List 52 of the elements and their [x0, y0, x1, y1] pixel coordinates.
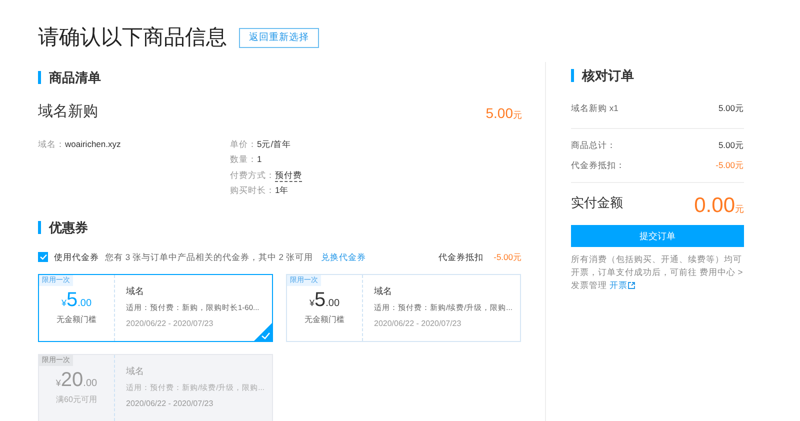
page-title: 请确认以下商品信息	[38, 25, 227, 51]
section-heading: 优惠券	[49, 218, 88, 236]
invoice-link[interactable]: 开票	[609, 279, 636, 292]
coupon-amount: ¥5.00	[61, 290, 92, 310]
coupon-condition: 无金额门槛	[304, 314, 344, 326]
invoice-note: 所有消费（包括购买、开通、续费等）均可开票，订单支付成功后，可前往 费用中心 > 发票管理 开票	[571, 253, 744, 292]
coupon-period: 2020/06/22 - 2020/07/23	[374, 318, 462, 330]
coupon-name: 域名	[126, 365, 145, 378]
section-heading: 商品清单	[49, 68, 101, 86]
total-value: -5.00元	[716, 159, 744, 172]
field-value: 1年	[275, 184, 289, 197]
checkbox[interactable]	[38, 252, 48, 262]
coupon-amount: ¥5.00	[309, 290, 340, 310]
field-label: 数量：	[230, 153, 257, 166]
discount-value: -5.00元	[494, 251, 522, 264]
coupon-period: 2020/06/22 - 2020/07/23	[126, 398, 214, 410]
coupon-name: 域名	[374, 285, 393, 298]
check-icon	[40, 254, 46, 260]
field-label: 付费方式：	[230, 168, 275, 182]
line-item-label: 域名新购 x1	[571, 102, 618, 114]
coupon-condition: 满60元可用	[56, 394, 97, 406]
submit-button[interactable]: 提交订单	[571, 225, 744, 248]
check-corner-icon	[254, 322, 272, 341]
field-value: 5元/首年	[257, 138, 292, 150]
coupon-condition: 无金额门槛	[56, 314, 96, 326]
field-label: 域名：	[38, 138, 65, 150]
section-heading: 核对订单	[582, 67, 634, 85]
coupon-info: 您有 3 张与订单中产品相关的代金券，其中 2 张可用	[105, 251, 313, 264]
field-value: woairichen.xyz	[65, 138, 121, 151]
back-button[interactable]: 返回重新选择	[239, 28, 319, 48]
line-item-value: 5.00元	[718, 102, 744, 114]
external-link-icon	[628, 282, 636, 290]
pay-amount: 0.00元	[694, 195, 744, 216]
product-name: 域名新购	[38, 102, 98, 122]
total-label: 代金券抵扣：	[571, 159, 625, 172]
heading-accent	[38, 220, 41, 234]
coupon-name: 域名	[126, 285, 145, 298]
coupon-amount: ¥20.00	[56, 370, 98, 390]
checkbox-label: 使用代金券	[54, 251, 99, 264]
product-price: 5.00元	[486, 104, 522, 122]
heading-accent	[38, 70, 41, 84]
field-value: 预付费	[275, 168, 302, 182]
field-label: 购买时长：	[230, 184, 275, 197]
field-label: 单价：	[230, 138, 257, 150]
coupon-period: 2020/06/22 - 2020/07/23	[126, 318, 214, 330]
heading-accent	[571, 69, 574, 82]
field-value: 1	[257, 153, 262, 166]
total-value: 5.00元	[718, 139, 744, 152]
exchange-link[interactable]: 兑换代金券	[320, 251, 366, 264]
pay-label: 实付金额	[571, 194, 623, 212]
total-label: 商品总计：	[571, 139, 616, 152]
discount-label: 代金券抵扣	[438, 251, 484, 264]
